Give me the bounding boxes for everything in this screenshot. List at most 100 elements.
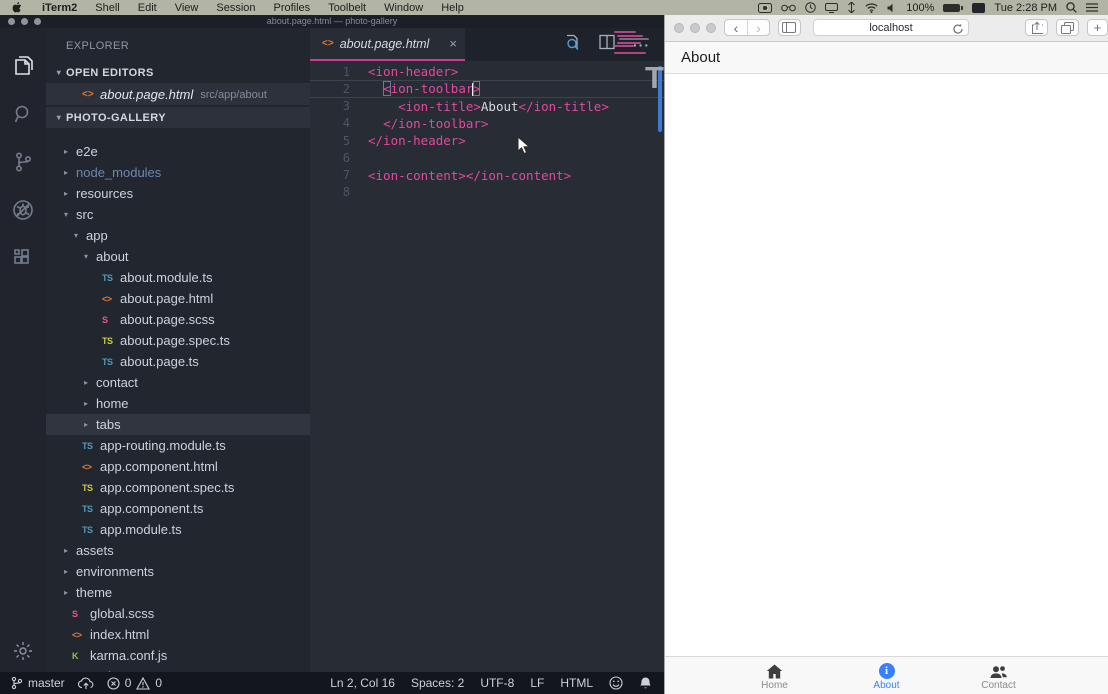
code-line[interactable]: 6 [310,149,664,166]
extensions-icon [11,246,35,270]
code-line[interactable]: 3 <ion-title>About</ion-title> [310,98,664,115]
menubar-item-help[interactable]: Help [432,2,473,14]
tree-item[interactable]: ▸ e2e [46,141,310,162]
language-mode-status[interactable]: HTML [560,676,593,690]
tree-item[interactable]: S global.scss [46,603,310,624]
project-section-header[interactable]: ▾ PHOTO-GALLERY [46,107,310,128]
menubar-item-toolbelt[interactable]: Toolbelt [319,2,375,14]
code-line[interactable]: 2 <ion-toolbar> [310,80,664,97]
code-line[interactable]: 1 <ion-header> [310,63,664,80]
share-button[interactable] [1025,19,1048,36]
menubar-item-window[interactable]: Window [375,2,432,14]
file-name: e2e [76,144,98,159]
menubar-item-edit[interactable]: Edit [129,2,166,14]
tab-about[interactable]: i About [831,660,943,691]
glasses-icon[interactable] [781,3,796,12]
tree-item[interactable]: K karma.conf.js [46,645,310,666]
extensions-activity-button[interactable] [0,234,46,282]
tree-item[interactable]: ▸ node_modules [46,162,310,183]
minimap[interactable] [614,31,650,56]
code-area[interactable]: 1 <ion-header> 2 <ion-toolbar> 3 <ion-ti… [310,63,664,672]
address-bar[interactable]: localhost [813,19,969,36]
close-tab-icon[interactable]: × [441,36,457,51]
sidebar-toggle-button[interactable] [778,19,801,36]
code-line[interactable]: 7 <ion-content></ion-content> [310,167,664,184]
menubar-item-iterm2[interactable]: iTerm2 [33,2,86,14]
tree-item[interactable]: ▸ assets [46,540,310,561]
close-window-button[interactable] [674,23,684,33]
eol-status[interactable]: LF [530,676,544,690]
tab-overview-button[interactable] [1056,19,1079,36]
tree-item[interactable]: ▸ theme [46,582,310,603]
code-line[interactable]: 4 </ion-toolbar> [310,115,664,132]
tree-item[interactable]: <> about.page.html [46,288,310,309]
tree-item[interactable]: ▾ about [46,246,310,267]
vscode-titlebar[interactable]: about.page.html — photo-gallery [0,14,664,28]
keyboard-brightness-icon[interactable] [847,2,856,13]
url-text: localhost [814,22,968,34]
display-mirroring-icon[interactable] [825,3,838,13]
code-line[interactable]: 8 [310,184,664,201]
tree-item[interactable]: TS app.component.spec.ts [46,477,310,498]
publish-button[interactable] [78,677,94,690]
tree-item[interactable]: TS app-routing.module.ts [46,435,310,456]
source-control-activity-button[interactable] [0,138,46,186]
battery-icon[interactable] [943,4,963,12]
tabs-icon [1061,22,1074,34]
split-editor-icon[interactable] [599,34,615,55]
clock-status-icon[interactable] [805,2,816,13]
tree-item[interactable]: TS about.page.spec.ts [46,330,310,351]
menubar-item-profiles[interactable]: Profiles [265,2,320,14]
input-source-icon[interactable] [972,3,985,13]
open-editors-header[interactable]: ▾ OPEN EDITORS [46,62,310,83]
tree-item[interactable]: TS app.module.ts [46,519,310,540]
git-branch-status[interactable]: master [10,676,65,690]
menubar-item-session[interactable]: Session [207,2,264,14]
cursor-position-status[interactable]: Ln 2, Col 16 [330,676,395,690]
tree-item[interactable]: ▸ resources [46,183,310,204]
menubar-item-shell[interactable]: Shell [86,2,128,14]
spotlight-icon[interactable] [1066,2,1077,13]
feedback-smiley-icon[interactable] [609,676,623,690]
screen-record-icon[interactable] [758,3,772,13]
tab-home[interactable]: Home [719,660,831,691]
tree-item[interactable]: ▸ home [46,393,310,414]
tree-item[interactable]: ▾ app [46,225,310,246]
tree-item[interactable]: ▸ environments [46,561,310,582]
tab-contact[interactable]: Contact [943,660,1055,691]
forward-button[interactable]: › [747,20,769,35]
problems-status[interactable]: 0 0 [107,676,162,690]
new-tab-button[interactable]: + [1087,19,1108,36]
line-content: <ion-content></ion-content> [350,168,571,183]
tree-item[interactable]: TS about.page.ts [46,351,310,372]
editor-tab-about-page-html[interactable]: <> about.page.html × [310,28,465,61]
tree-item[interactable]: <> app.component.html [46,456,310,477]
back-button[interactable]: ‹ [725,20,747,35]
menubar-item-view[interactable]: View [166,2,208,14]
code-line[interactable]: 5 </ion-header> [310,132,664,149]
minimize-window-button[interactable] [690,23,700,33]
indentation-status[interactable]: Spaces: 2 [411,676,464,690]
wifi-icon[interactable] [865,3,878,13]
explorer-activity-button[interactable] [0,42,46,90]
menubar-clock[interactable]: Tue 2:28 PM [994,2,1057,14]
apple-menu-icon[interactable] [0,1,33,14]
tree-item[interactable]: ▸ tabs [46,414,310,435]
notifications-bell-icon[interactable] [639,676,652,690]
tree-item[interactable]: ▸ contact [46,372,310,393]
notification-center-icon[interactable] [1086,3,1098,12]
zoom-window-button[interactable] [706,23,716,33]
encoding-status[interactable]: UTF-8 [480,676,514,690]
refresh-icon[interactable] [952,22,964,40]
tree-item[interactable]: TS app.component.ts [46,498,310,519]
search-activity-button[interactable] [0,90,46,138]
open-preview-icon[interactable] [564,34,581,56]
open-editor-item[interactable]: <> about.page.html src/app/about [46,83,310,105]
volume-icon[interactable] [887,3,897,13]
tree-item[interactable]: TS about.module.ts [46,267,310,288]
debug-activity-button[interactable] [0,186,46,234]
tree-item[interactable]: S about.page.scss [46,309,310,330]
settings-gear-button[interactable] [0,640,46,662]
tree-item[interactable]: <> index.html [46,624,310,645]
tree-item[interactable]: ▾ src [46,204,310,225]
